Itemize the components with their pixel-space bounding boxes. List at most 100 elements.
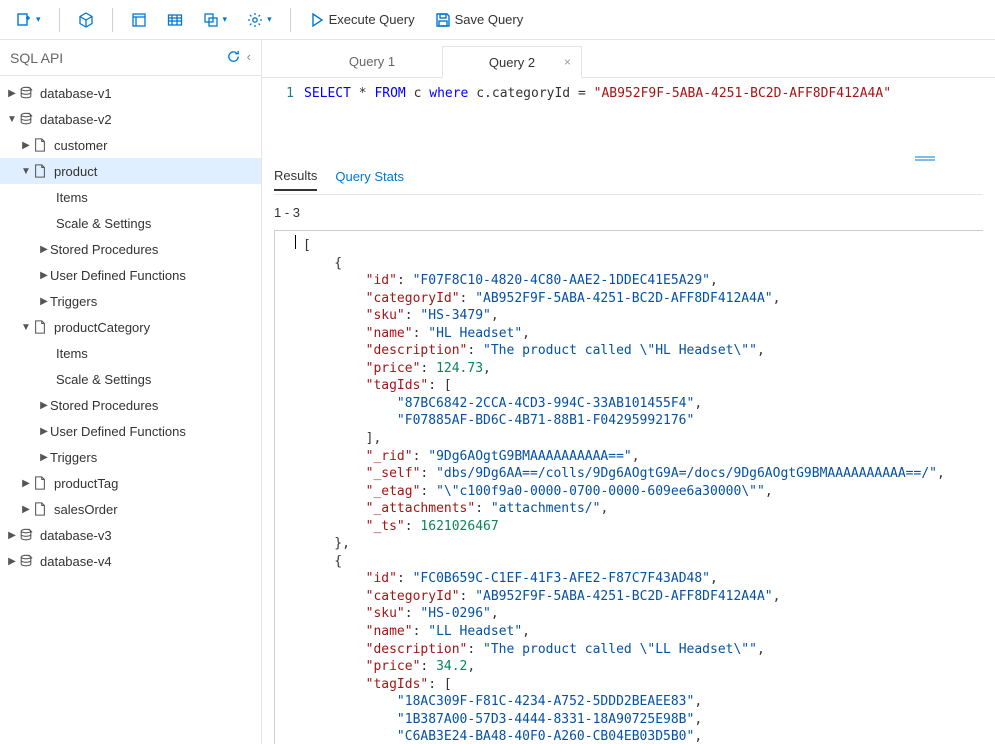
line-number: 1	[274, 86, 304, 145]
execute-query-button[interactable]: Execute Query	[301, 8, 423, 32]
tree-node-stored-procedures[interactable]: ▶Stored Procedures	[0, 236, 261, 262]
tree-node-items[interactable]: Items	[0, 184, 261, 210]
caret-right-icon: ▶	[38, 270, 50, 281]
separator	[290, 8, 291, 32]
tree-label: product	[54, 164, 97, 179]
chevron-down-icon: ▾	[223, 14, 228, 25]
save-query-button[interactable]: Save Query	[427, 8, 532, 32]
document-icon	[32, 319, 48, 335]
tree-node-productcategory[interactable]: ▼ productCategory	[0, 314, 261, 340]
splitter-handle[interactable]	[262, 153, 995, 165]
result-range: 1 - 3	[274, 195, 983, 230]
document-icon	[32, 137, 48, 153]
tree-label: Scale & Settings	[56, 216, 151, 231]
top-toolbar: ▾ ▾ ▾ Execute Query Save Query	[0, 0, 995, 40]
caret-right-icon: ▶	[20, 504, 32, 515]
collapse-icon[interactable]: ‹	[247, 49, 251, 67]
save-query-label: Save Query	[455, 12, 524, 27]
tree-label: Triggers	[50, 450, 97, 465]
tree-label: database-v1	[40, 86, 112, 101]
caret-right-icon: ▶	[6, 530, 18, 541]
caret-right-icon: ▶	[6, 556, 18, 567]
tab-results[interactable]: Results	[274, 168, 317, 191]
tab-label: Query 2	[489, 55, 535, 70]
tree-label: Stored Procedures	[50, 242, 158, 257]
tab-query-1[interactable]: Query 1	[302, 45, 442, 77]
chevron-down-icon: ▾	[36, 14, 41, 25]
caret-right-icon: ▶	[20, 478, 32, 489]
caret-right-icon: ▶	[38, 452, 50, 463]
query-text[interactable]: SELECT * FROM c where c.categoryId = "AB…	[304, 86, 995, 145]
panel-button[interactable]	[123, 8, 155, 32]
tree-label: Triggers	[50, 294, 97, 309]
tree-label: Items	[56, 190, 88, 205]
caret-right-icon: ▶	[38, 400, 50, 411]
close-icon[interactable]: ×	[564, 55, 571, 69]
tree-label: User Defined Functions	[50, 268, 186, 283]
execute-query-label: Execute Query	[329, 12, 415, 27]
tree-node-database-v1[interactable]: ▶ database-v1	[0, 80, 261, 106]
sidebar: SQL API ‹ ▶ database-v1 ▼ database-v2 ▶ custo…	[0, 40, 262, 744]
new-button[interactable]: ▾	[8, 8, 49, 32]
result-tab-bar: Results Query Stats	[274, 165, 983, 195]
result-json[interactable]: [ { "id": "F07F8C10-4820-4C80-AAE2-1DDEC…	[274, 230, 983, 744]
tree-label: database-v4	[40, 554, 112, 569]
tab-label: Query 1	[349, 54, 395, 69]
database-icon	[18, 553, 34, 569]
caret-right-icon: ▶	[6, 88, 18, 99]
tab-bar: Query 1 Query 2 ×	[262, 40, 995, 78]
tree-node-scale-&-settings[interactable]: Scale & Settings	[0, 210, 261, 236]
database-icon	[18, 527, 34, 543]
refresh-icon[interactable]	[226, 49, 241, 67]
caret-down-icon: ▼	[20, 322, 32, 333]
caret-right-icon: ▶	[38, 296, 50, 307]
tree-node-product[interactable]: ▼ product	[0, 158, 261, 184]
cube-button[interactable]	[70, 8, 102, 32]
caret-down-icon: ▼	[20, 166, 32, 177]
query-editor[interactable]: 1 SELECT * FROM c where c.categoryId = "…	[262, 78, 995, 153]
settings-button[interactable]: ▾	[239, 8, 280, 32]
tree-label: customer	[54, 138, 107, 153]
document-icon	[32, 475, 48, 491]
tree-node-items[interactable]: Items	[0, 340, 261, 366]
clone-button[interactable]: ▾	[195, 8, 236, 32]
database-icon	[18, 85, 34, 101]
tree-node-customer[interactable]: ▶ customer	[0, 132, 261, 158]
tab-query-2[interactable]: Query 2 ×	[442, 46, 582, 78]
tree-node-user-defined-functions[interactable]: ▶User Defined Functions	[0, 418, 261, 444]
caret-down-icon: ▼	[6, 114, 18, 125]
tree-node-database-v2[interactable]: ▼ database-v2	[0, 106, 261, 132]
separator	[112, 8, 113, 32]
tree: ▶ database-v1 ▼ database-v2 ▶ customer ▼ produc…	[0, 76, 261, 744]
tree-label: User Defined Functions	[50, 424, 186, 439]
results-pane: Results Query Stats 1 - 3 [ { "id": "F07…	[262, 165, 995, 744]
tree-node-database-v3[interactable]: ▶ database-v3	[0, 522, 261, 548]
tree-node-producttag[interactable]: ▶ productTag	[0, 470, 261, 496]
tree-label: productCategory	[54, 320, 150, 335]
document-icon	[32, 501, 48, 517]
tab-query-stats[interactable]: Query Stats	[335, 169, 404, 190]
sidebar-header: SQL API ‹	[0, 40, 261, 76]
tree-node-triggers[interactable]: ▶Triggers	[0, 288, 261, 314]
tree-label: database-v3	[40, 528, 112, 543]
separator	[59, 8, 60, 32]
sidebar-title: SQL API	[10, 50, 63, 66]
chevron-down-icon: ▾	[267, 14, 272, 25]
tree-node-scale-&-settings[interactable]: Scale & Settings	[0, 366, 261, 392]
caret-right-icon: ▶	[38, 244, 50, 255]
content-area: Query 1 Query 2 × 1 SELECT * FROM c where …	[262, 40, 995, 744]
tree-label: database-v2	[40, 112, 112, 127]
document-icon	[32, 163, 48, 179]
tree-node-database-v4[interactable]: ▶ database-v4	[0, 548, 261, 574]
tree-node-salesorder[interactable]: ▶ salesOrder	[0, 496, 261, 522]
tree-label: Stored Procedures	[50, 398, 158, 413]
caret-right-icon: ▶	[20, 140, 32, 151]
caret-right-icon: ▶	[38, 426, 50, 437]
tree-label: productTag	[54, 476, 118, 491]
tree-node-stored-procedures[interactable]: ▶Stored Procedures	[0, 392, 261, 418]
tree-node-user-defined-functions[interactable]: ▶User Defined Functions	[0, 262, 261, 288]
database-icon	[18, 111, 34, 127]
tree-node-triggers[interactable]: ▶Triggers	[0, 444, 261, 470]
tree-label: salesOrder	[54, 502, 118, 517]
grid-button[interactable]	[159, 8, 191, 32]
